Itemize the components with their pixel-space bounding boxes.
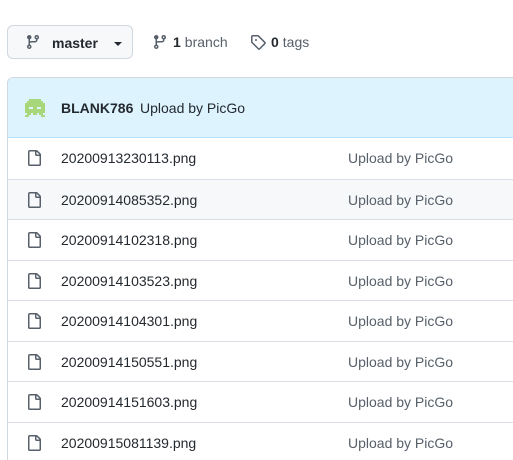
file-icon <box>28 394 41 410</box>
tag-count: 0 <box>271 34 279 50</box>
branch-select-button[interactable]: master <box>7 25 133 59</box>
repo-toolbar: master 1 branch 0 tags <box>0 0 513 78</box>
file-name[interactable]: 20200913230113.png <box>61 150 196 166</box>
file-icon <box>28 353 41 370</box>
file-row[interactable]: 20200914103523.png Upload by PicGo <box>8 259 513 300</box>
file-commit-message[interactable]: Upload by PicGo <box>348 394 453 410</box>
tags-link[interactable]: 0 tags <box>250 33 309 51</box>
tag-label: tags <box>282 34 310 50</box>
git-branch-icon <box>26 35 39 50</box>
file-row[interactable]: 20200914085352.png Upload by PicGo <box>8 178 513 219</box>
file-row[interactable]: 20200914151603.png Upload by PicGo <box>8 381 513 422</box>
file-row[interactable]: 20200913230113.png Upload by PicGo <box>8 138 513 179</box>
branch-name: master <box>52 35 98 51</box>
file-name[interactable]: 20200914104301.png <box>61 313 197 329</box>
file-row[interactable]: 20200914104301.png Upload by PicGo <box>8 300 513 341</box>
file-name[interactable]: 20200914103523.png <box>61 273 197 289</box>
git-branch-icon <box>153 35 166 50</box>
file-commit-message[interactable]: Upload by PicGo <box>348 273 453 289</box>
file-commit-message[interactable]: Upload by PicGo <box>348 192 453 208</box>
avatar[interactable] <box>23 97 47 121</box>
file-icon <box>28 191 41 208</box>
file-icon <box>28 232 41 248</box>
file-row[interactable]: 20200915081139.png Upload by PicGo <box>8 421 513 460</box>
file-row[interactable]: 20200914150551.png Upload by PicGo <box>8 340 513 381</box>
latest-commit-bar: BLANK786 Upload by PicGo <box>8 78 513 138</box>
file-icon <box>28 434 41 451</box>
tag-icon <box>251 35 266 50</box>
branches-link[interactable]: 1 branch <box>152 33 228 51</box>
commit-author[interactable]: BLANK786 <box>61 100 133 116</box>
branch-count: 1 <box>173 34 181 50</box>
file-name[interactable]: 20200914151603.png <box>61 394 197 410</box>
commit-message[interactable]: Upload by PicGo <box>140 100 245 116</box>
file-commit-message[interactable]: Upload by PicGo <box>348 354 453 370</box>
file-row[interactable]: 20200914102318.png Upload by PicGo <box>8 219 513 260</box>
file-name[interactable]: 20200914102318.png <box>61 232 197 248</box>
file-name[interactable]: 20200914085352.png <box>61 192 197 208</box>
file-icon <box>28 150 41 166</box>
repository-page: master 1 branch 0 tags BLANK786 Upload b… <box>0 0 513 460</box>
file-icon <box>28 313 41 329</box>
file-browser: BLANK786 Upload by PicGo 20200913230113.… <box>7 77 513 460</box>
chevron-down-icon <box>114 42 122 46</box>
file-commit-message[interactable]: Upload by PicGo <box>348 150 453 166</box>
file-list: 20200913230113.png Upload by PicGo 20200… <box>8 138 513 460</box>
file-name[interactable]: 20200915081139.png <box>61 435 196 451</box>
file-commit-message[interactable]: Upload by PicGo <box>348 313 453 329</box>
file-commit-message[interactable]: Upload by PicGo <box>348 435 453 451</box>
file-icon <box>28 272 41 289</box>
file-commit-message[interactable]: Upload by PicGo <box>348 232 453 248</box>
file-name[interactable]: 20200914150551.png <box>61 354 197 370</box>
branch-label: branch <box>184 34 228 50</box>
